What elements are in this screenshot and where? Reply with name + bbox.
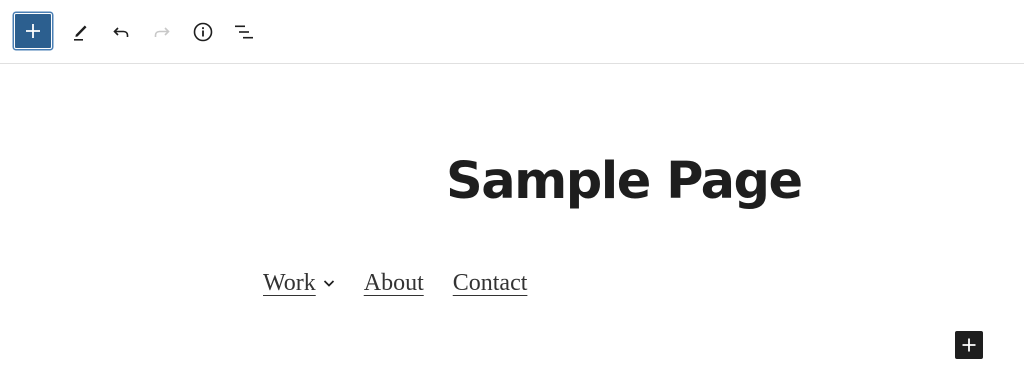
list-view-icon	[235, 25, 253, 39]
editor-top-toolbar	[0, 0, 1024, 64]
navigation-block: Work About Contact	[263, 265, 527, 301]
nav-item-contact[interactable]: Contact	[453, 270, 528, 297]
document-overview-button[interactable]	[226, 14, 262, 50]
pencil-icon	[74, 25, 87, 41]
info-icon	[193, 22, 213, 42]
details-button[interactable]	[185, 14, 221, 50]
page-title[interactable]: Sample Page	[446, 147, 803, 217]
nav-item-label: About	[363, 269, 424, 296]
add-block-button[interactable]	[955, 331, 983, 359]
nav-item-label: Work	[263, 269, 316, 296]
plus-icon	[26, 24, 40, 38]
nav-item-work[interactable]: Work	[263, 270, 336, 297]
block-inserter-toggle[interactable]	[14, 13, 52, 49]
nav-item-about[interactable]: About	[364, 270, 424, 297]
redo-button[interactable]	[144, 14, 180, 50]
undo-icon	[113, 27, 129, 37]
editor-canvas: Sample Page Work About Contact	[0, 65, 1024, 383]
redo-icon	[154, 27, 170, 37]
undo-button[interactable]	[103, 14, 139, 50]
tools-button[interactable]	[63, 14, 99, 50]
plus-icon	[962, 338, 976, 352]
nav-item-label: Contact	[452, 269, 528, 296]
chevron-down-icon[interactable]	[322, 276, 336, 290]
